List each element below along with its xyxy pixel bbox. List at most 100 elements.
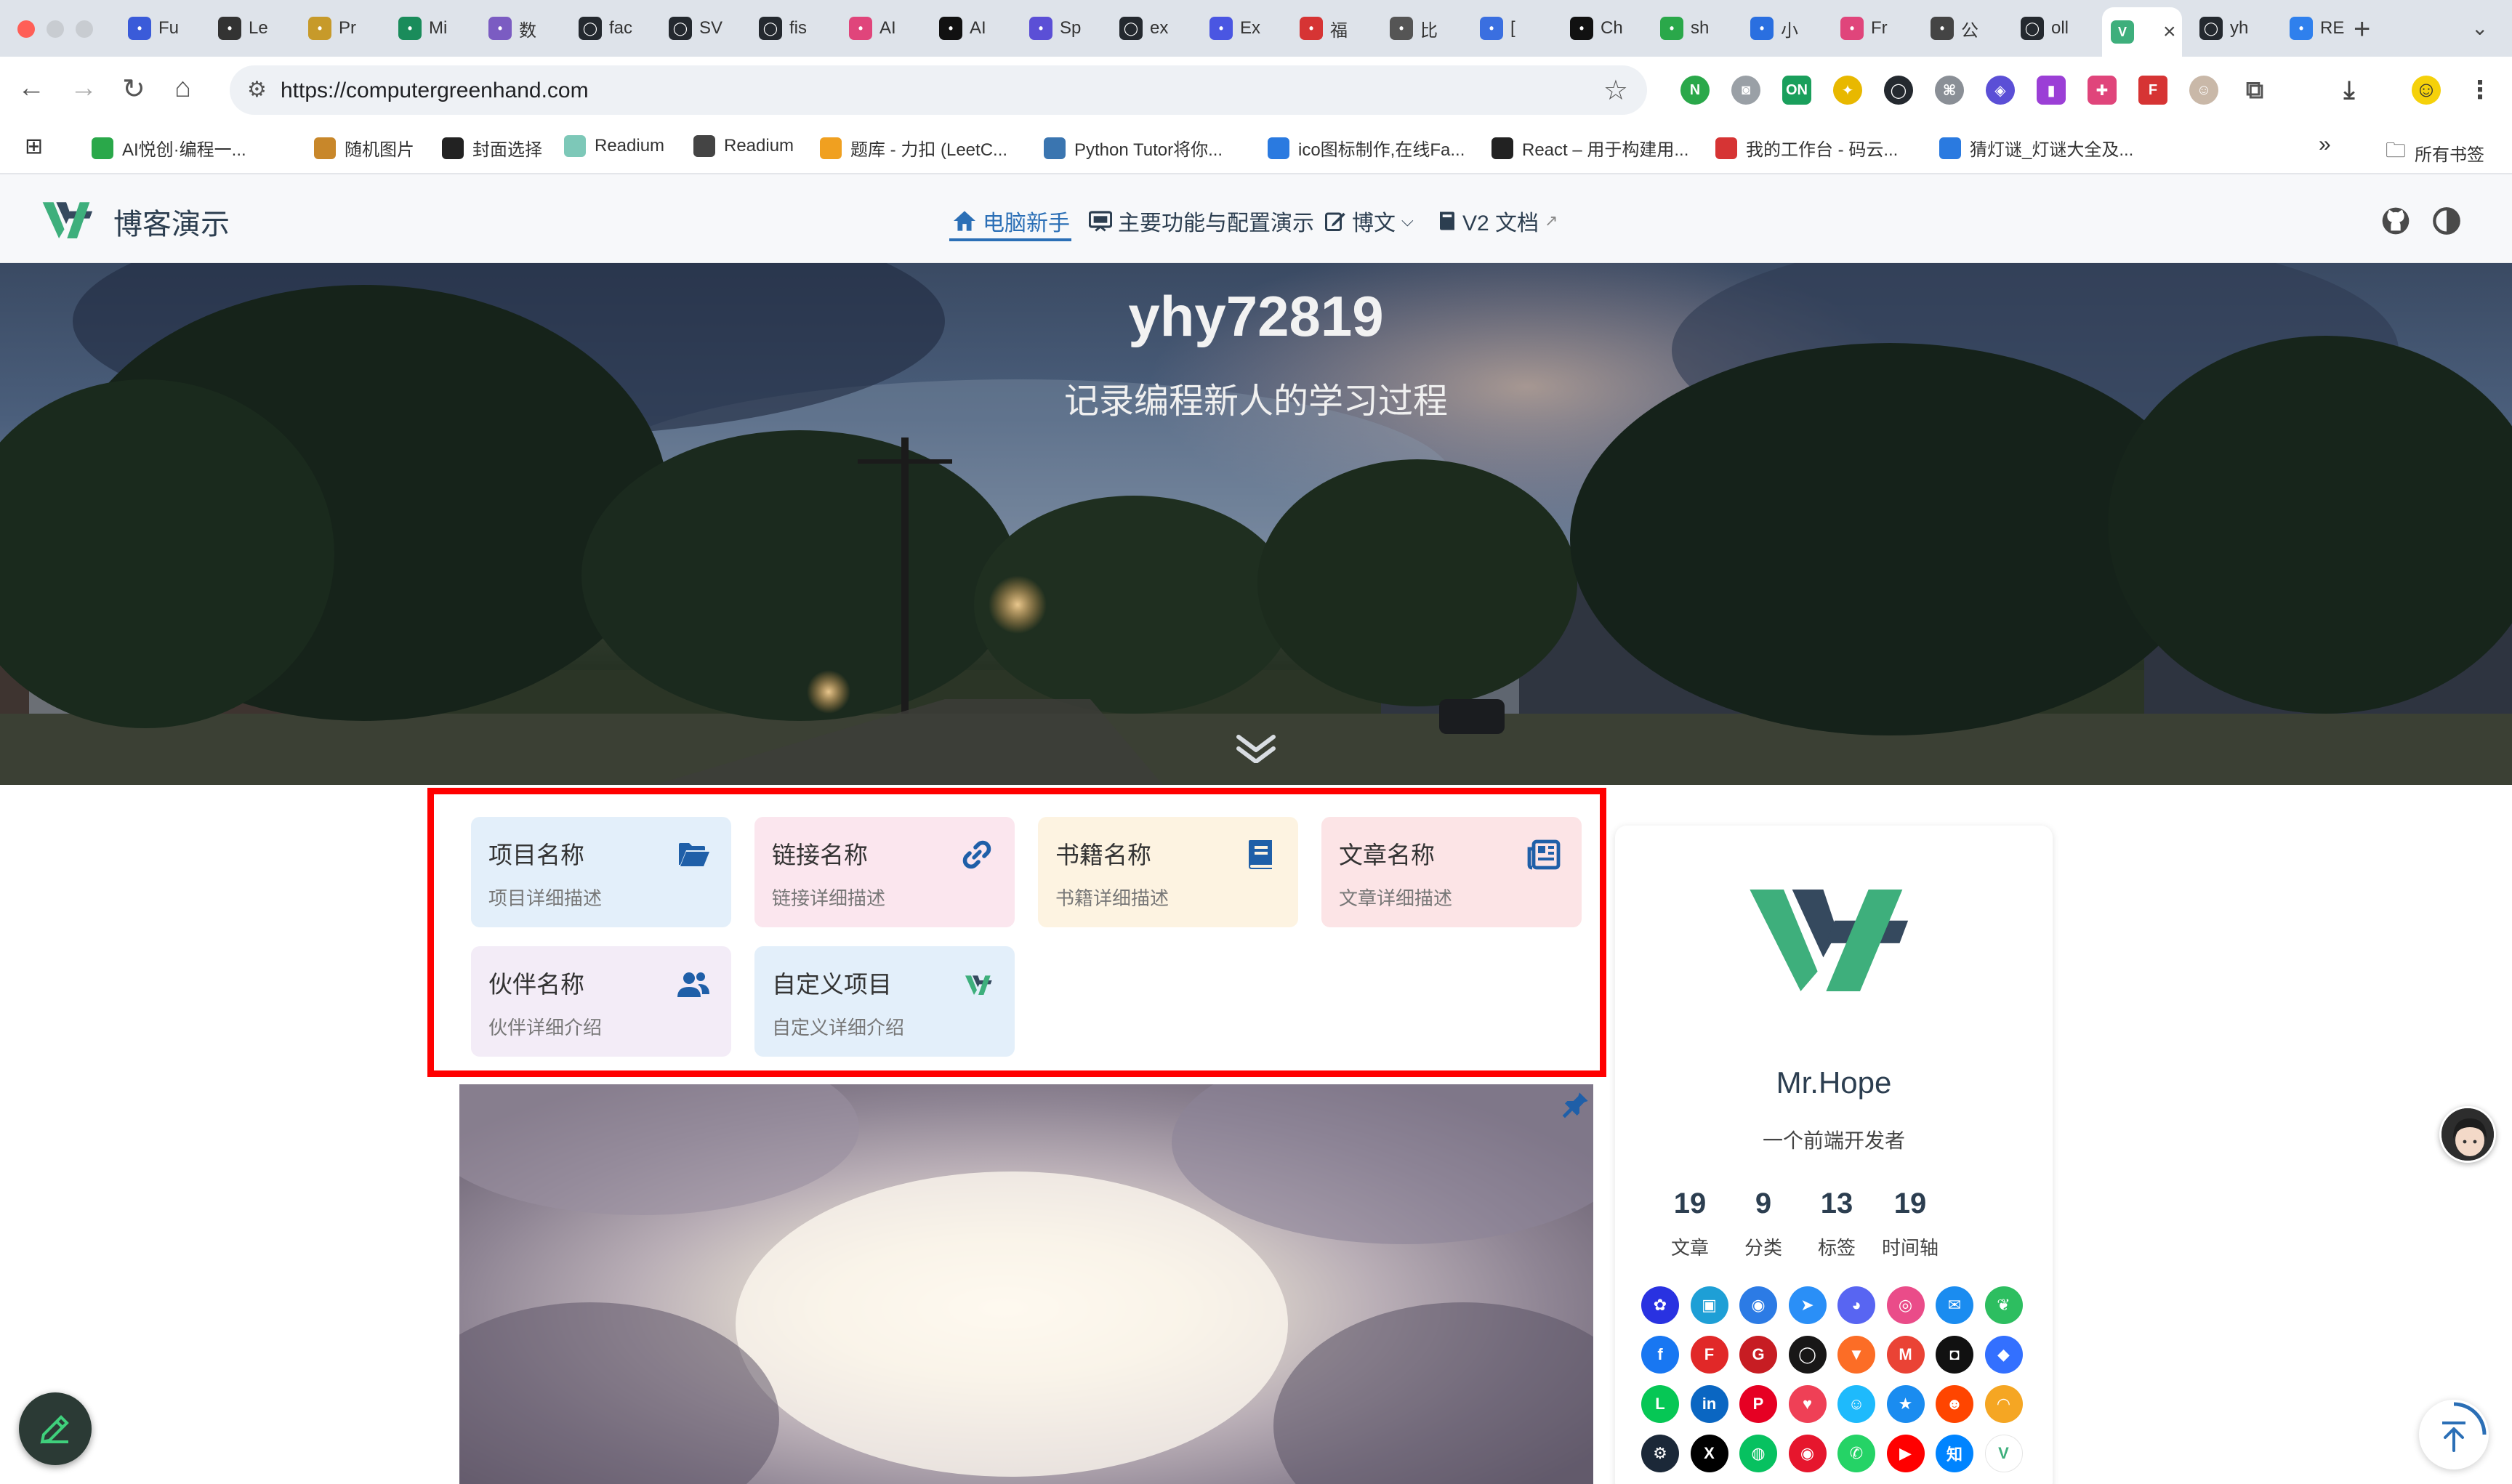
browser-tab[interactable]: • Le xyxy=(209,7,291,49)
close-window-button[interactable] xyxy=(17,20,35,38)
bookmark-item[interactable]: React – 用于构建用... xyxy=(1492,135,1688,161)
extension-icon-8[interactable]: ✚ xyxy=(2088,76,2117,105)
gitee-icon[interactable]: G xyxy=(1739,1336,1777,1374)
maximize-window-button[interactable] xyxy=(76,20,93,38)
site-brand-name[interactable]: 博客演示 xyxy=(113,201,230,243)
browser-tab[interactable]: ◯ fis xyxy=(750,7,832,49)
browser-tab[interactable]: • Fr xyxy=(1832,7,1913,49)
nav-link-home[interactable]: 电脑新手 xyxy=(952,205,1070,237)
profile-avatar-icon[interactable]: ☺ xyxy=(2412,76,2441,105)
browser-tab[interactable]: • 数 xyxy=(480,7,561,49)
bookmark-item[interactable]: Readium xyxy=(693,135,794,157)
url-text[interactable]: https://computergreenhand.com xyxy=(281,78,589,103)
github-extension-icon[interactable]: ◯ xyxy=(1884,76,1913,105)
edit-page-button[interactable] xyxy=(19,1392,92,1465)
floating-avatar-widget[interactable] xyxy=(2439,1106,2496,1163)
extension-icon-on[interactable]: ON xyxy=(1782,76,1811,105)
weibo-icon[interactable]: ◉ xyxy=(1788,1435,1827,1472)
tab-search-button[interactable]: ⌄ xyxy=(2471,16,2488,40)
home-button[interactable]: ⌂ xyxy=(174,73,191,104)
stat-categories[interactable]: 9 分类 xyxy=(1723,1187,1803,1260)
browser-tab[interactable]: • Ch xyxy=(1561,7,1643,49)
bookmark-item[interactable]: AI悦创·编程一... xyxy=(92,135,246,161)
stat-articles[interactable]: 19 文章 xyxy=(1650,1187,1730,1260)
linkedin-icon[interactable]: in xyxy=(1690,1385,1728,1423)
omnibox[interactable]: ⚙ https://computergreenhand.com ☆ xyxy=(230,65,1647,115)
project-card-project[interactable]: 项目名称 项目详细描述 xyxy=(471,817,731,927)
vuepress-icon[interactable]: V xyxy=(1984,1435,2023,1472)
github-repo-icon[interactable] xyxy=(2381,206,2410,235)
rss-icon[interactable]: ◠ xyxy=(1984,1385,2023,1423)
bitbucket-icon[interactable]: ◉ xyxy=(1739,1286,1777,1324)
extensions-puzzle-icon[interactable]: ⧉ xyxy=(2240,76,2269,105)
bookmark-item[interactable]: 随机图片 xyxy=(314,135,414,161)
project-card-book[interactable]: 书籍名称 书籍详细描述 xyxy=(1038,817,1298,927)
steam-icon[interactable]: ⚙ xyxy=(1641,1435,1679,1472)
browser-tab[interactable]: ◯ ex xyxy=(1111,7,1192,49)
email-icon[interactable]: ✉ xyxy=(1936,1286,1973,1324)
browser-tab[interactable]: • Pr xyxy=(299,7,381,49)
youtube-icon[interactable]: ▶ xyxy=(1886,1435,1925,1472)
bookmark-item[interactable]: Python Tutor将你... xyxy=(1044,135,1223,161)
browser-tab[interactable]: • sh xyxy=(1651,7,1733,49)
dingding-icon[interactable]: ➤ xyxy=(1788,1286,1827,1324)
extension-icon-6[interactable]: ◈ xyxy=(1986,76,2015,105)
gitlab-icon[interactable]: ▼ xyxy=(1837,1336,1875,1374)
extension-icon-7[interactable]: ▮ xyxy=(2037,76,2066,105)
browser-tab[interactable]: ◯ oll xyxy=(2012,7,2093,49)
bookmarks-overflow-icon[interactable]: » xyxy=(2319,132,2331,157)
browser-tab[interactable]: • AI xyxy=(930,7,1012,49)
bookmark-item[interactable]: ico图标制作,在线Fa... xyxy=(1268,135,1465,161)
pocket-icon[interactable]: ♥ xyxy=(1788,1385,1827,1423)
qq-icon[interactable]: ☺ xyxy=(1837,1385,1875,1423)
scroll-down-icon[interactable] xyxy=(1236,734,1276,763)
evernote-icon[interactable]: ❦ xyxy=(1984,1286,2023,1324)
browser-tab[interactable]: • Ex xyxy=(1201,7,1282,49)
bookmark-item[interactable]: 猜灯谜_灯谜大全及... xyxy=(1939,135,2133,161)
browser-tab[interactable]: • 公 xyxy=(1922,7,2003,49)
extension-icon-3[interactable]: ✦ xyxy=(1833,76,1862,105)
bookmark-item[interactable]: 题库 - 力扣 (LeetC... xyxy=(820,135,1007,161)
gmail-icon[interactable]: M xyxy=(1886,1336,1925,1374)
flipboard-icon[interactable]: F xyxy=(1690,1336,1728,1374)
browser-tab[interactable]: • 比 xyxy=(1381,7,1462,49)
bookmark-item[interactable]: Readium xyxy=(564,135,664,157)
instagram-icon[interactable]: ◘ xyxy=(1936,1336,1973,1374)
profile-extension-icon[interactable]: ☺ xyxy=(2189,76,2218,105)
project-card-link[interactable]: 链接名称 链接详细描述 xyxy=(754,817,1015,927)
bookmark-item[interactable]: 封面选择 xyxy=(442,135,542,161)
browser-tab[interactable]: ◯ fac xyxy=(570,7,651,49)
bookmark-item[interactable]: 我的工作台 - 码云... xyxy=(1715,135,1898,161)
browser-tab[interactable]: ◯ SV xyxy=(660,7,741,49)
reload-button[interactable]: ↻ xyxy=(122,73,145,105)
download-icon[interactable]: ⤓ xyxy=(2335,76,2364,105)
extension-icon-9[interactable]: F xyxy=(2138,76,2167,105)
close-tab-icon[interactable]: × xyxy=(2163,20,2176,44)
zhihu-icon[interactable]: 知 xyxy=(1936,1435,1973,1472)
project-card-article[interactable]: 文章名称 文章详细描述 xyxy=(1321,817,1582,927)
back-to-top-button[interactable] xyxy=(2419,1400,2489,1469)
camera-extension-icon[interactable]: ◙ xyxy=(1731,76,1760,105)
dribbble-icon[interactable]: ◎ xyxy=(1886,1286,1925,1324)
project-card-custom[interactable]: 自定义项目 自定义详细介绍 xyxy=(754,946,1015,1057)
line-icon[interactable]: L xyxy=(1641,1385,1679,1423)
nav-link-features[interactable]: 主要功能与配置演示 xyxy=(1089,205,1314,237)
browser-tab[interactable]: • Mi xyxy=(390,7,471,49)
wechat-icon[interactable]: ◍ xyxy=(1739,1435,1777,1472)
article-cover-image[interactable] xyxy=(459,1084,1593,1484)
pinterest-icon[interactable]: P xyxy=(1739,1385,1777,1423)
bookmark-star-icon[interactable]: ☆ xyxy=(1603,74,1628,107)
stat-timeline[interactable]: 19 时间轴 xyxy=(1870,1187,1950,1260)
lark-icon[interactable]: ◆ xyxy=(1984,1336,2023,1374)
whatsapp-icon[interactable]: ✆ xyxy=(1837,1435,1875,1472)
extension-icon-1[interactable]: N xyxy=(1680,76,1710,105)
reddit-icon[interactable]: ☻ xyxy=(1936,1385,1973,1423)
site-logo-icon[interactable] xyxy=(42,198,97,238)
back-button[interactable]: ← xyxy=(17,73,45,104)
bilibili-icon[interactable]: ▣ xyxy=(1690,1286,1728,1324)
forward-button[interactable]: → xyxy=(70,73,97,104)
qzone-icon[interactable]: ★ xyxy=(1886,1385,1925,1423)
stat-tags[interactable]: 13 标签 xyxy=(1797,1187,1877,1260)
project-card-friend[interactable]: 伙伴名称 伙伴详细介绍 xyxy=(471,946,731,1057)
baidu-icon[interactable]: ✿ xyxy=(1641,1286,1679,1324)
